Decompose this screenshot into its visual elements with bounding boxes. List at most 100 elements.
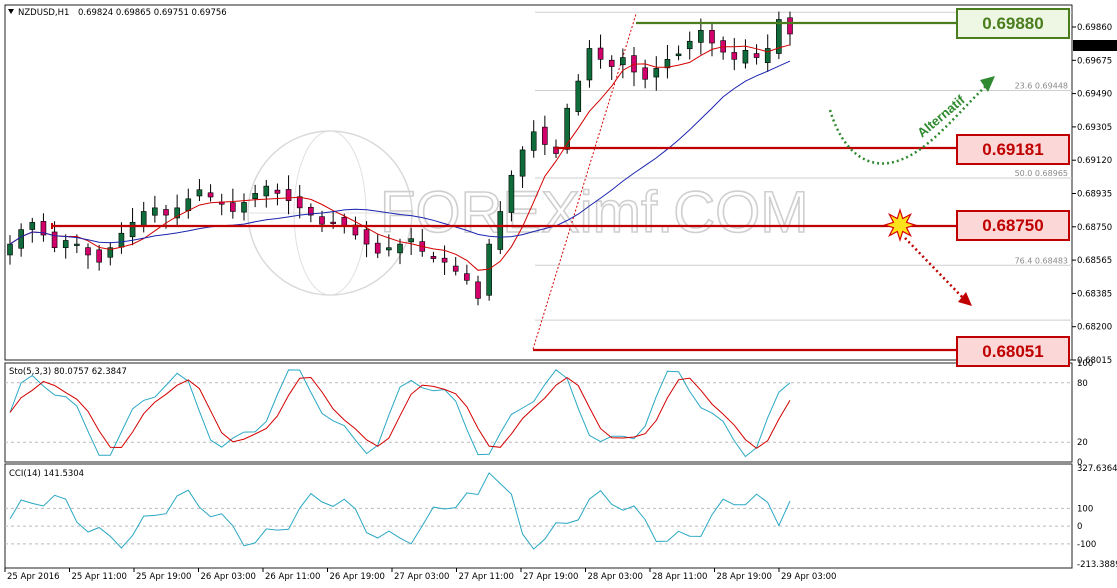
time-tick-label: 25 Apr 11:00	[72, 572, 127, 582]
candle-body	[575, 80, 582, 112]
candle-body	[698, 30, 704, 43]
price-chart[interactable]: FOREXimf.COM 23.6 0.69448 50.0 0.68965 76.…	[0, 0, 1117, 588]
stoch-tick-label: 20	[1077, 438, 1088, 448]
candle-body	[430, 256, 437, 259]
level-value: 0.68750	[982, 216, 1043, 235]
candle-body	[709, 30, 715, 44]
candle-body	[764, 48, 771, 64]
candle-body	[330, 221, 336, 224]
price-tick-label: 0.69490	[1077, 90, 1112, 100]
time-tick-label: 29 Apr 03:00	[781, 572, 836, 582]
candle-body	[140, 211, 147, 226]
price-tick-label: 0.69675	[1077, 56, 1112, 66]
candle-body	[185, 198, 192, 212]
cci-label: CCI(14) 141.5304	[9, 469, 84, 479]
candle-body	[675, 53, 682, 57]
candle-body	[230, 202, 236, 212]
level-value: 0.68051	[982, 342, 1043, 361]
breakout-star-icon	[883, 208, 917, 242]
candle-body	[597, 47, 604, 60]
price-tick-label: 0.69305	[1077, 123, 1112, 133]
candle-body	[62, 240, 69, 249]
cci-tick-label: 100	[1077, 504, 1093, 514]
candle-body	[620, 57, 626, 66]
candle-body	[263, 185, 270, 197]
time-tick-label: 27 Apr 19:00	[523, 572, 578, 582]
candle-body	[363, 229, 370, 245]
candle-body	[608, 59, 615, 67]
time-tick-label: 27 Apr 11:00	[459, 572, 514, 582]
candle-body	[397, 243, 403, 254]
candle-body	[642, 67, 648, 80]
stoch-label: Sto(5,3,3) 80.0757 62.3847	[9, 367, 127, 377]
cci-pane-frame	[4, 463, 1073, 569]
time-tick-label: 26 Apr 03:00	[201, 572, 256, 582]
candle-body	[18, 229, 24, 249]
candle-body	[452, 265, 459, 272]
candle-body	[163, 209, 169, 216]
candle-body	[497, 211, 504, 250]
candle-body	[319, 216, 325, 225]
candle-body	[274, 189, 281, 194]
price-tick-label: 0.68565	[1077, 256, 1112, 266]
candle-body	[787, 17, 793, 35]
cci-tick-label: 327.6364	[1077, 464, 1117, 474]
price-tick-label: 0.68200	[1077, 323, 1112, 333]
candle-body	[118, 232, 125, 248]
candle-body	[252, 193, 258, 200]
candle-body	[241, 202, 247, 213]
time-tick-label: 25 Apr 2016	[7, 572, 60, 582]
level-value: 0.69880	[982, 14, 1043, 33]
time-tick-label: 26 Apr 11:00	[265, 572, 320, 582]
candle-body	[129, 222, 136, 238]
candle-body	[51, 231, 58, 249]
candle-body	[542, 126, 548, 145]
stoch-tick-label: 80	[1077, 379, 1088, 389]
candle-body	[408, 238, 414, 243]
candle-body	[7, 243, 13, 256]
cci-tick-label: 0	[1077, 522, 1082, 532]
candle-body	[519, 149, 526, 177]
candle-body	[85, 247, 91, 256]
price-tick-label: 0.68385	[1077, 289, 1112, 299]
candle-body	[152, 207, 158, 216]
candle-body	[207, 192, 214, 198]
candle-body	[475, 281, 481, 299]
time-tick-label: 28 Apr 03:00	[588, 572, 643, 582]
candle-body	[731, 52, 738, 60]
watermark-text: FOREXimf.COM	[380, 180, 809, 245]
candle-body	[386, 247, 392, 251]
price-tick-label: 0.68750	[1077, 223, 1112, 233]
candle-body	[196, 189, 203, 197]
current-price-label: 0.69756	[1076, 42, 1111, 52]
candle-body	[753, 53, 760, 58]
candle-body	[29, 222, 36, 230]
time-tick-label: 25 Apr 19:00	[136, 572, 191, 582]
candle-body	[296, 196, 303, 209]
candle-body	[464, 273, 470, 281]
price-tick-label: 0.69860	[1077, 23, 1112, 33]
chart-symbol: NZDUSD,H1	[18, 8, 69, 18]
fib-label: 23.6 0.69448	[1015, 81, 1068, 90]
candle-body	[441, 257, 448, 263]
fib-label: 76.4 0.68483	[1015, 256, 1068, 265]
cci-tick-label: -213.3889	[1077, 560, 1117, 570]
time-tick-label: 28 Apr 11:00	[652, 572, 707, 582]
chart-window: FOREXimf.COM 23.6 0.69448 50.0 0.68965 76.…	[0, 0, 1117, 588]
price-tick-label: 0.68935	[1077, 190, 1112, 200]
candle-body	[653, 68, 660, 78]
candle-body	[285, 189, 292, 201]
chart-ohlc: 0.69824 0.69865 0.69751 0.69756	[78, 8, 227, 18]
candle-body	[508, 174, 515, 213]
candle-body	[341, 217, 348, 227]
time-tick-label: 27 Apr 03:00	[394, 572, 449, 582]
candle-body	[74, 243, 80, 246]
fib-label: 50.0 0.68965	[1015, 169, 1068, 178]
cci-tick-label: -100	[1077, 540, 1096, 550]
candle-body	[742, 49, 749, 64]
candle-body	[374, 242, 381, 254]
candle-body	[96, 249, 102, 263]
time-tick-label: 26 Apr 19:00	[330, 572, 385, 582]
candle-body	[686, 40, 693, 50]
stoch-pane-frame	[4, 362, 1073, 463]
